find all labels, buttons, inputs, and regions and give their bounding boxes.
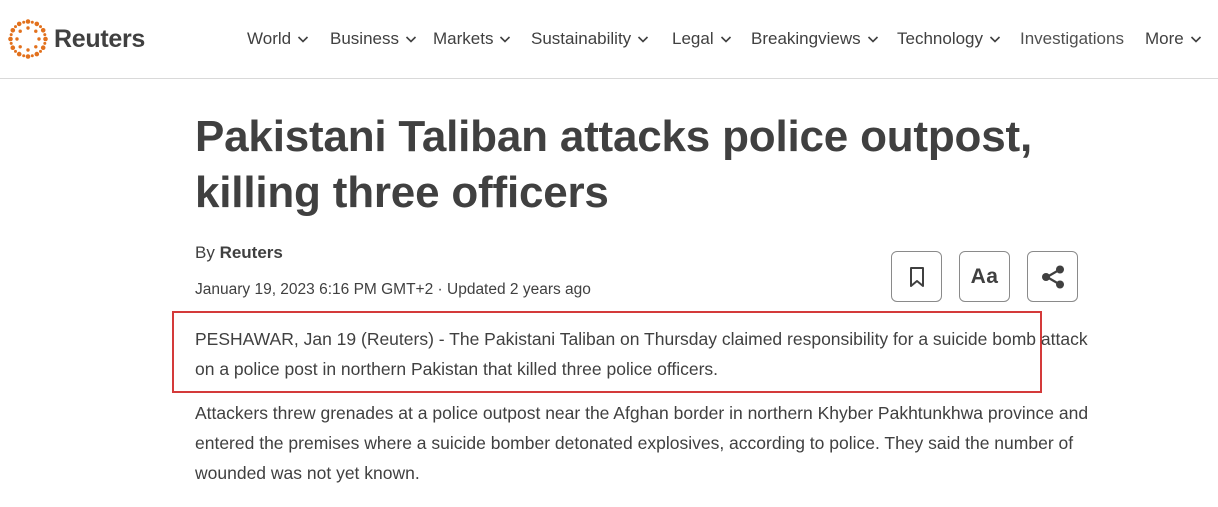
text-size-label: Aa <box>970 264 999 288</box>
nav-legal[interactable]: Legal <box>672 26 732 52</box>
nav-label: World <box>247 29 292 48</box>
article-dateline: January 19, 2023 6:16 PM GMT+2 · Updated… <box>195 281 591 298</box>
reuters-logo-icon <box>8 19 48 59</box>
chevron-down-icon <box>720 36 731 43</box>
nav-sustainability[interactable]: Sustainability <box>531 26 649 52</box>
nav-breakingviews[interactable]: Breakingviews <box>751 26 879 52</box>
share-button[interactable] <box>1027 251 1078 302</box>
nav-label: Investigations <box>1020 29 1124 48</box>
byline: By Reuters <box>195 243 283 263</box>
chevron-down-icon <box>500 36 511 43</box>
chevron-down-icon <box>1190 36 1201 43</box>
nav-investigations[interactable]: Investigations <box>1020 26 1124 52</box>
author-link[interactable]: Reuters <box>220 243 283 262</box>
nav-more[interactable]: More <box>1145 26 1202 52</box>
nav-world[interactable]: World <box>247 26 309 52</box>
nav-label: Technology <box>897 29 984 48</box>
chevron-down-icon <box>638 36 649 43</box>
nav-label: Markets <box>433 29 494 48</box>
nav-label: More <box>1145 29 1184 48</box>
share-icon <box>1041 265 1064 288</box>
reuters-logo[interactable]: Reuters <box>8 19 145 59</box>
chevron-down-icon <box>298 36 309 43</box>
article-paragraph: Attackers threw grenades at a police out… <box>195 403 1089 483</box>
nav-label: Business <box>330 29 399 48</box>
article-paragraph: PESHAWAR, Jan 19 (Reuters) - The Pakista… <box>195 329 1088 379</box>
nav-markets[interactable]: Markets <box>433 26 511 52</box>
nav-business[interactable]: Business <box>330 26 417 52</box>
nav-label: Sustainability <box>531 29 632 48</box>
article-headline: Pakistani Taliban attacks police outpost… <box>195 112 1032 217</box>
chevron-down-icon <box>989 36 1001 43</box>
chevron-down-icon <box>867 36 878 43</box>
text-size-button[interactable]: Aa <box>959 251 1010 302</box>
bookmark-button[interactable] <box>891 251 942 302</box>
site-header: Reuters World Business Markets Sustainab… <box>0 0 1218 79</box>
byline-prefix: By <box>195 243 220 262</box>
nav-label: Legal <box>672 29 714 48</box>
bookmark-icon <box>909 266 924 287</box>
chevron-down-icon <box>405 36 417 43</box>
nav-technology[interactable]: Technology <box>897 26 1001 52</box>
brand-name: Reuters <box>54 24 145 53</box>
nav-label: Breakingviews <box>751 29 861 48</box>
